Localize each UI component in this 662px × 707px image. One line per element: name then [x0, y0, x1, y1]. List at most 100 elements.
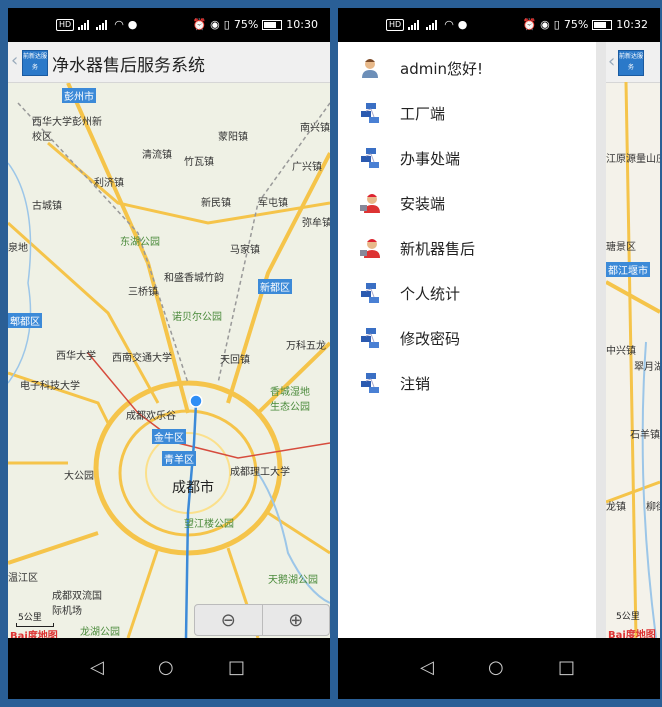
nav-recents-icon[interactable]: □ — [228, 657, 245, 678]
menu-item-label: 新机器售后 — [400, 240, 476, 258]
menu-item-personal-stats[interactable]: 个人统计 — [338, 271, 596, 315]
baidu-map-logo: Bai度地图 — [10, 631, 58, 638]
map-label: 金牛区 — [152, 429, 186, 444]
map-label: 香城湿地生态公园 — [270, 387, 310, 413]
zoom-in-icon: ⊕ — [288, 609, 304, 631]
map-label: 新民镇 — [201, 198, 231, 209]
battery-percent: 75% — [233, 18, 259, 31]
zoom-out-button[interactable]: ⊖ — [195, 605, 263, 635]
menu-item-label: 注销 — [400, 375, 431, 393]
map-label: 西南交通大学 — [112, 353, 172, 364]
menu-item-office[interactable]: 办事处端 — [338, 136, 596, 180]
map-scale-label: 5公里 — [18, 613, 42, 623]
map-label: 新都区 — [258, 279, 292, 294]
clock: 10:32 — [616, 18, 648, 31]
map-label: 广兴镇 — [292, 162, 322, 173]
nav-home-icon[interactable]: ○ — [158, 657, 174, 678]
map-label: 中兴镇 — [606, 346, 636, 357]
map-label: 大公园 — [64, 471, 94, 482]
map-label: 青羊区 — [162, 451, 196, 466]
battery-icon — [592, 19, 613, 30]
chat-icon: ● — [457, 18, 468, 31]
map-zoom-control: ⊖ ⊕ — [194, 604, 330, 636]
location-icon: ◉ — [540, 18, 550, 31]
app-logo: 前新达服务 — [618, 50, 644, 76]
map-label: 军屯镇 — [258, 198, 288, 209]
menu-item-change-password[interactable]: 修改密码 — [338, 316, 596, 360]
menu-greeting-label: admin您好! — [400, 60, 484, 78]
battery-icon — [262, 19, 283, 30]
menu-item-label: 办事处端 — [400, 150, 461, 168]
signal-icon — [426, 19, 440, 30]
status-bar: HD ◠ ● ⏰ ◉ ▯ 75% 10:32 — [338, 8, 660, 42]
signal-icon — [96, 19, 110, 30]
support-person-icon — [360, 239, 380, 258]
map-label: 马家镇 — [230, 245, 260, 256]
nav-back-icon[interactable]: ◁ — [90, 657, 104, 678]
map-label: 西华大学 — [56, 351, 96, 362]
map-label: 东湖公园 — [120, 237, 160, 248]
back-chevron-icon[interactable]: ‹ — [608, 51, 615, 72]
map-label: 古城镇 — [32, 201, 62, 212]
menu-item-logout[interactable]: 注销 — [338, 361, 596, 405]
map-label: 天鹅湖公园 — [268, 575, 318, 586]
clock: 10:30 — [286, 18, 318, 31]
map-label: 龙镇 — [606, 502, 626, 513]
page-title: 净水器售后服务系统 — [52, 56, 205, 76]
menu-item-new-machine-service[interactable]: 新机器售后 — [338, 226, 596, 270]
menu-item-factory[interactable]: 工厂端 — [338, 91, 596, 135]
app-logo: 前新达服务 — [22, 50, 48, 76]
server-network-icon — [361, 373, 379, 393]
map-label: 清流镇 — [142, 150, 172, 161]
map-label: 天回镇 — [220, 355, 250, 366]
map-label-city: 成都市 — [172, 480, 214, 496]
server-network-icon — [361, 328, 379, 348]
map-label: 和盛香城竹韵 — [164, 273, 224, 284]
user-avatar-icon — [362, 59, 378, 78]
phone-screen-map: HD ◠ ● ⏰ ◉ ▯ 75% 10:30 ‹ 前新达服务 净水器售后服务系统 — [8, 8, 330, 699]
map-label: 郫都区 — [8, 313, 42, 328]
alarm-icon: ⏰ — [192, 18, 207, 31]
vibrate-icon: ▯ — [223, 18, 230, 31]
zoom-out-icon: ⊖ — [220, 609, 236, 631]
support-person-icon — [360, 194, 380, 213]
server-network-icon — [361, 283, 379, 303]
map-label: 温江区 — [8, 573, 38, 584]
menu-item-label: 修改密码 — [400, 330, 461, 348]
phone-screen-menu: HD ◠ ● ⏰ ◉ ▯ 75% 10:32 ‹ 前新达服务 江原源量山庄 瑭景… — [338, 8, 660, 699]
hd-icon: HD — [386, 18, 405, 31]
map-label: 西华大学彭州新校区 — [32, 117, 102, 143]
hd-icon: HD — [56, 18, 75, 31]
back-chevron-icon[interactable]: ‹ — [11, 51, 18, 71]
map-label: 成都理工大学 — [230, 467, 290, 478]
status-bar: HD ◠ ● ⏰ ◉ ▯ 75% 10:30 — [8, 8, 330, 42]
map-label: 石羊镇 — [630, 430, 660, 441]
map-label: 三桥镇 — [128, 287, 158, 298]
signal-icon — [78, 19, 92, 30]
map-label: 电子科技大学 — [20, 381, 80, 392]
battery-percent: 75% — [563, 18, 589, 31]
map-view[interactable]: 彭州市 西华大学彭州新校区 蒙阳镇 南兴镇 清流镇 竹瓦镇 广兴镇 利济镇 古城… — [8, 83, 330, 638]
map-label: 柳街 — [646, 502, 660, 513]
menu-item-label: 个人统计 — [400, 285, 461, 303]
navigation-drawer: admin您好! 工厂端 办事处端 安装端 新机器售后 个人统计 修改密码 注销 — [338, 42, 596, 638]
wifi-icon: ◠ — [444, 18, 454, 31]
zoom-in-button[interactable]: ⊕ — [263, 605, 330, 635]
nav-home-icon[interactable]: ○ — [488, 657, 504, 678]
baidu-map-logo: Bai度地图 — [608, 630, 656, 638]
android-nav-bar: ◁ ○ □ — [8, 639, 330, 699]
wifi-icon: ◠ — [114, 18, 124, 31]
map-label: 竹瓦镇 — [184, 157, 214, 168]
nav-back-icon[interactable]: ◁ — [420, 657, 434, 678]
nav-recents-icon[interactable]: □ — [558, 657, 575, 678]
android-nav-bar: ◁ ○ □ — [338, 639, 660, 699]
drawer-edge-shadow — [596, 42, 606, 638]
server-network-icon — [361, 148, 379, 168]
map-scale-label: 5公里 — [616, 612, 640, 622]
map-label: 成都欢乐谷 — [126, 411, 176, 422]
chat-icon: ● — [127, 18, 138, 31]
map-label: 龙湖公园 — [80, 627, 120, 638]
map-label: 翠月湖 — [634, 362, 660, 373]
server-network-icon — [361, 103, 379, 123]
menu-item-installer[interactable]: 安装端 — [338, 181, 596, 225]
